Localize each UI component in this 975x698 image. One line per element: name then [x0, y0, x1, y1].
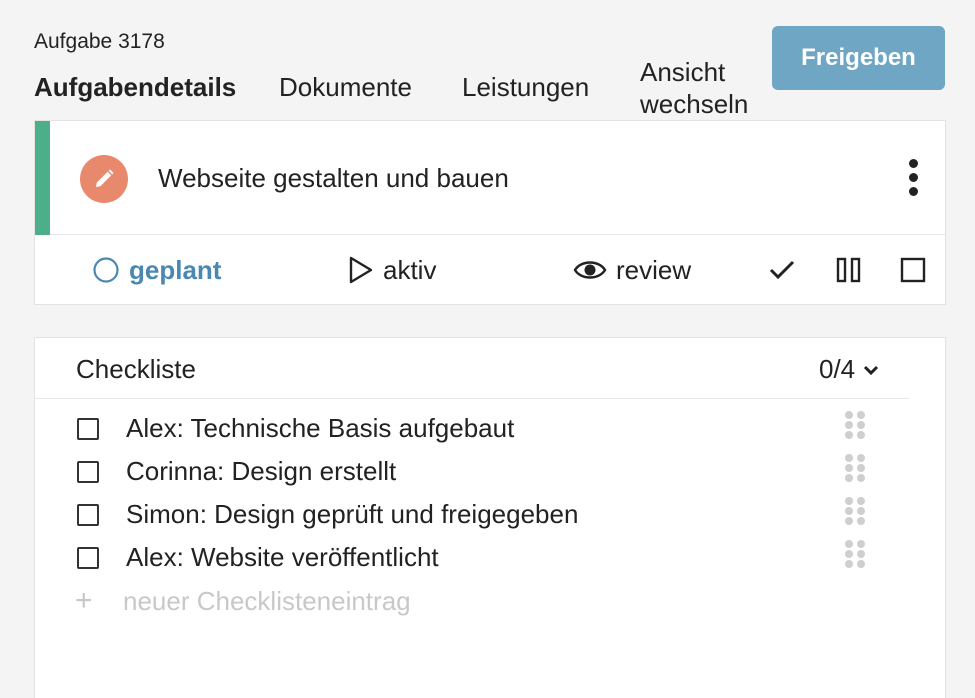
edit-badge[interactable] [80, 155, 128, 203]
task-header: Webseite gestalten und bauen [35, 121, 945, 235]
more-options-icon[interactable] [901, 157, 927, 199]
new-checklist-entry-input[interactable]: neuer Checklisteneintrag [123, 586, 411, 617]
checklist-item-checkbox[interactable] [77, 504, 99, 526]
checklist-count: 0/4 [819, 354, 856, 384]
drag-handle-icon[interactable] [845, 537, 869, 568]
check-icon [769, 260, 795, 280]
status-review[interactable]: review [573, 236, 691, 304]
status-pause-button[interactable] [835, 236, 863, 304]
status-planned[interactable]: geplant [92, 236, 221, 304]
status-stop-button[interactable] [900, 236, 926, 304]
tab-documents[interactable]: Dokumente [279, 72, 412, 103]
task-title[interactable]: Webseite gestalten und bauen [158, 163, 509, 194]
checklist-count-toggle[interactable]: 0/4 [819, 354, 879, 385]
drag-handle-icon[interactable] [845, 408, 869, 439]
drag-handle-icon[interactable] [845, 451, 869, 482]
checklist-item-checkbox[interactable] [77, 418, 99, 440]
tab-services[interactable]: Leistungen [462, 72, 589, 103]
drag-handle-icon[interactable] [845, 494, 869, 525]
new-checklist-entry[interactable]: + neuer Checklisteneintrag [35, 582, 909, 622]
task-accent-bar [35, 121, 50, 235]
status-active[interactable]: aktiv [348, 236, 436, 304]
checklist-item-label[interactable]: Simon: Design geprüft und freigegeben [126, 499, 578, 530]
status-row: geplant aktiv review [35, 236, 945, 304]
release-button[interactable]: Freigeben [772, 26, 945, 90]
task-number: Aufgabe 3178 [34, 30, 165, 53]
pencil-icon [96, 169, 114, 187]
status-review-label: review [616, 254, 692, 285]
status-active-label: aktiv [383, 254, 437, 285]
pause-icon [836, 257, 861, 283]
checklist-item-label[interactable]: Alex: Technische Basis aufgebaut [126, 413, 514, 444]
checklist-item: Corinna: Design erstellt [35, 451, 909, 494]
checklist-item: Simon: Design geprüft und freigegeben [35, 494, 909, 537]
tab-task-details[interactable]: Aufgabendetails [34, 72, 236, 103]
circle-icon [93, 257, 119, 283]
task-card: Webseite gestalten und bauen geplant akt… [34, 120, 946, 305]
play-icon [349, 256, 373, 284]
checklist-item-checkbox[interactable] [77, 461, 99, 483]
tab-switch-view[interactable]: Ansicht wechseln [640, 56, 770, 120]
checklist-item-label[interactable]: Corinna: Design erstellt [126, 456, 396, 487]
eye-icon [573, 261, 607, 279]
status-done-button[interactable] [768, 236, 796, 304]
checklist-item: Alex: Technische Basis aufgebaut [35, 408, 909, 451]
plus-icon[interactable]: + [75, 586, 93, 616]
status-planned-label: geplant [129, 254, 222, 285]
checklist-header: Checkliste 0/4 [35, 338, 909, 399]
checklist-panel: Checkliste 0/4 Alex: Technische Basis au… [34, 337, 946, 698]
checklist-item-checkbox[interactable] [77, 547, 99, 569]
checklist-item: Alex: Website veröffentlicht [35, 537, 909, 580]
chevron-down-icon [864, 365, 879, 375]
stop-icon [900, 257, 926, 283]
checklist-item-label[interactable]: Alex: Website veröffentlicht [126, 542, 439, 573]
checklist-title: Checkliste [76, 354, 196, 384]
